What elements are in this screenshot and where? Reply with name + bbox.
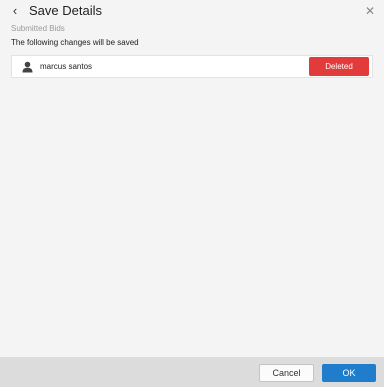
back-button[interactable]: ‹ [9, 4, 21, 18]
status-badge: Deleted [309, 57, 369, 76]
changes-description: The following changes will be saved [11, 38, 139, 47]
chevron-left-icon: ‹ [12, 3, 18, 18]
section-subtitle: Submitted Bids [11, 24, 65, 33]
dialog-footer: Cancel OK [0, 357, 384, 387]
user-name: marcus santos [40, 62, 93, 71]
close-button[interactable]: ✕ [364, 4, 376, 18]
dialog-title: Save Details [29, 3, 102, 18]
change-row: marcus santos Deleted [11, 55, 373, 78]
cancel-button[interactable]: Cancel [259, 364, 314, 382]
dialog-header: ‹ Save Details ✕ [0, 0, 384, 22]
close-icon: ✕ [364, 4, 376, 18]
user-icon [22, 61, 33, 73]
ok-button[interactable]: OK [322, 364, 376, 382]
